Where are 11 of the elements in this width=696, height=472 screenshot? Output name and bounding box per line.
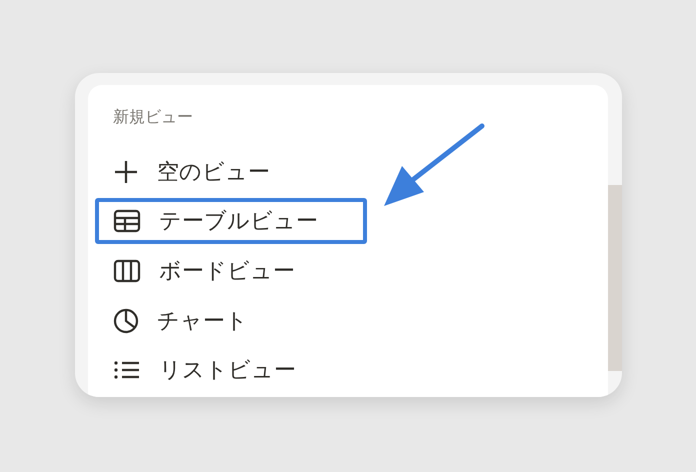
plus-icon xyxy=(113,158,139,185)
menu-item[interactable]: 空のビュー xyxy=(95,148,367,194)
list-icon xyxy=(113,359,141,382)
table-icon xyxy=(113,209,141,234)
menu-item[interactable]: ボードビュー xyxy=(95,248,367,294)
menu-item[interactable]: チャート xyxy=(95,298,367,344)
menu-item[interactable]: リストビュー xyxy=(95,347,367,393)
pie-chart-icon xyxy=(113,308,139,334)
menu-heading: 新規ビュー xyxy=(112,107,194,128)
menu-item[interactable]: テーブルビュー xyxy=(95,198,367,244)
columns-icon xyxy=(113,258,141,283)
